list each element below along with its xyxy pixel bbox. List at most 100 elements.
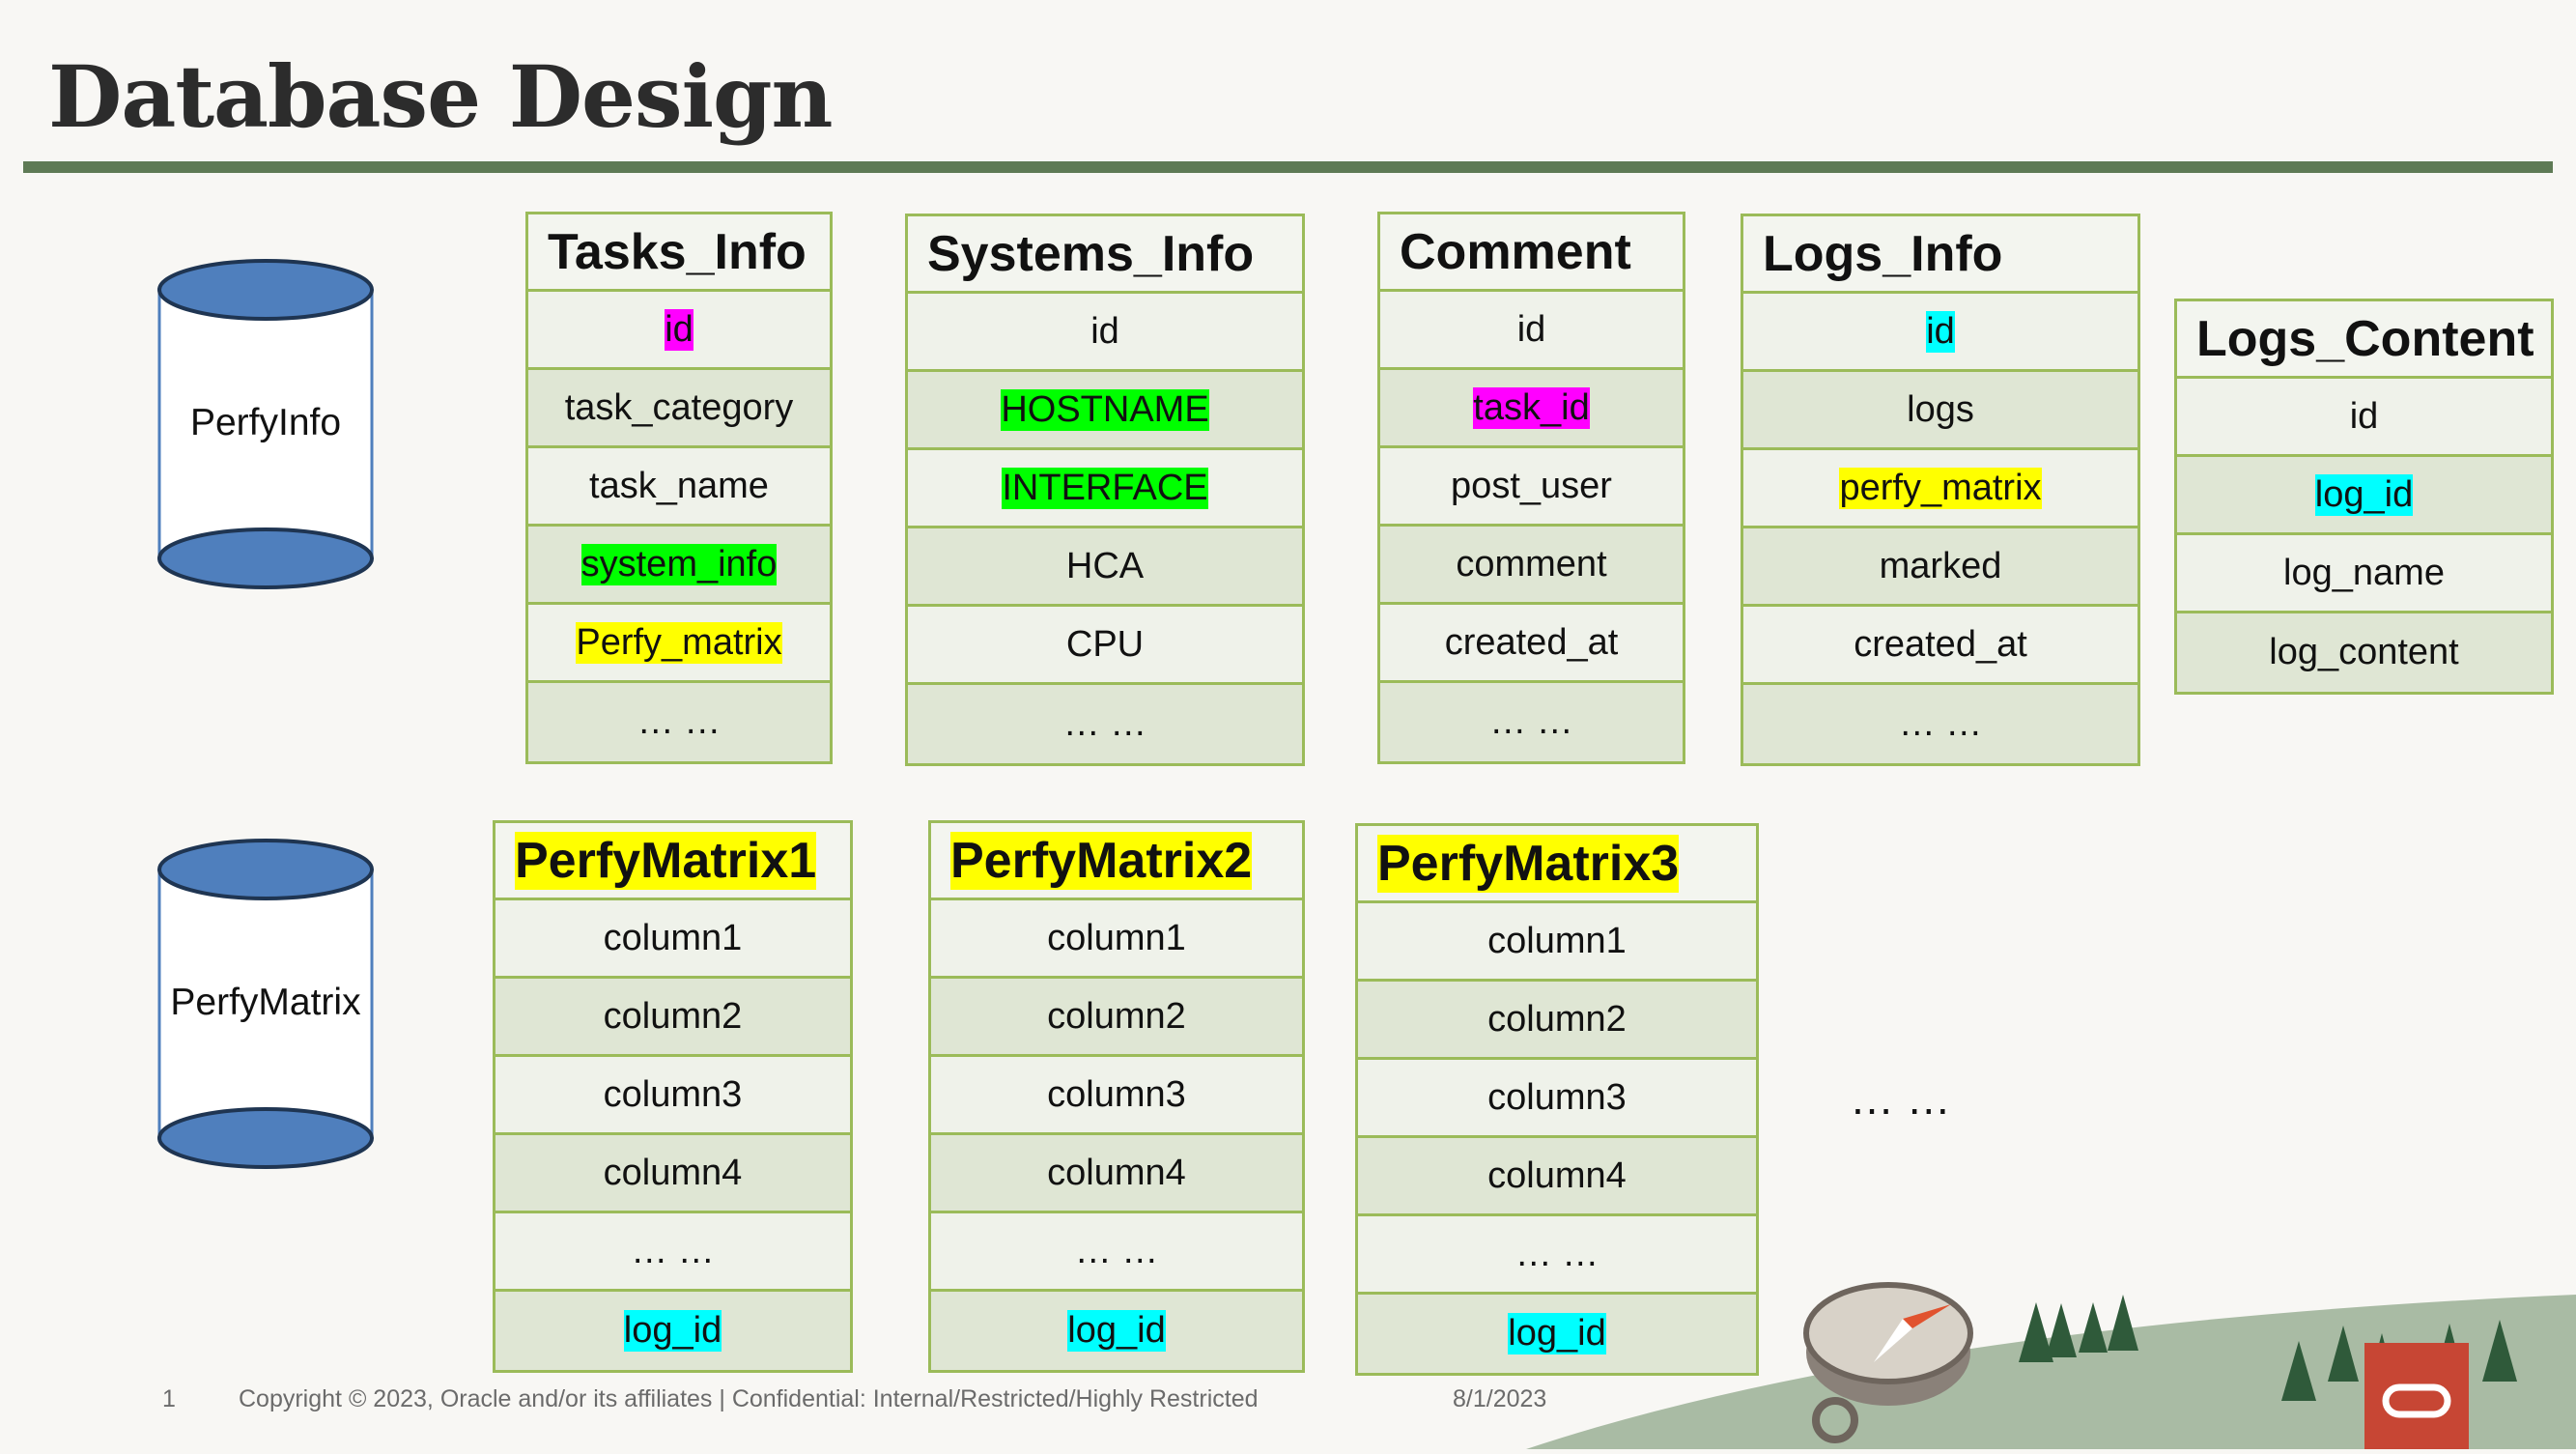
- table-field-row: column1: [1358, 903, 1756, 982]
- field-name: created_at: [1854, 623, 2027, 665]
- field-name: … …: [1489, 701, 1573, 742]
- field-name: id: [2349, 395, 2379, 437]
- field-name: post_user: [1451, 465, 1612, 506]
- footer-date: 8/1/2023: [1453, 1385, 1547, 1412]
- database-label: PerfyInfo: [189, 402, 342, 443]
- table-field-row: id: [908, 294, 1302, 372]
- field-name: column1: [1487, 920, 1627, 961]
- table-field-row: id: [1743, 294, 2137, 372]
- table-fields: id task_category task_name system_info Perfy…: [528, 292, 830, 761]
- page-title: Database Design: [48, 46, 834, 147]
- table-field-row: … …: [908, 685, 1302, 763]
- table-fields: column1 column2 column3 column4 … … log_id: [495, 900, 850, 1370]
- table-name: Comment: [1400, 223, 1631, 280]
- table-field-row: column2: [931, 979, 1302, 1057]
- table-field-row: column2: [1358, 982, 1756, 1060]
- table-name: Systems_Info: [927, 225, 1255, 282]
- table-comment: Comment id task_id post_usercomment created_…: [1377, 212, 1685, 764]
- table-name: Logs_Content: [2196, 310, 2534, 367]
- field-name: … …: [1062, 703, 1147, 744]
- table-field-row: INTERFACE: [908, 450, 1302, 528]
- table-field-row: … …: [528, 683, 830, 761]
- field-name: column2: [1047, 995, 1186, 1037]
- table-field-row: log_id: [931, 1292, 1302, 1370]
- field-name: marked: [1879, 545, 2002, 586]
- database-label: PerfyMatrix: [170, 982, 361, 1023]
- table-field-row: column1: [931, 900, 1302, 979]
- title-divider: [23, 161, 2553, 173]
- field-name: log_name: [2283, 552, 2445, 593]
- table-field-row: task_name: [528, 448, 830, 527]
- field-name: column3: [603, 1073, 743, 1115]
- table-fields: id task_id post_usercomment created_at … …: [1380, 292, 1683, 761]
- table-name: Tasks_Info: [548, 223, 807, 280]
- table-field-row: column3: [495, 1057, 850, 1135]
- page-number: 1: [162, 1385, 176, 1412]
- table-field-row: column4: [495, 1135, 850, 1213]
- field-name: INTERFACE: [1002, 467, 1208, 509]
- field-name: perfy_matrix: [1839, 467, 2042, 509]
- field-name: log_content: [2269, 632, 2459, 672]
- field-name: id: [1926, 310, 1955, 353]
- field-name: system_info: [580, 543, 778, 585]
- table-name: PerfyMatrix2: [950, 831, 1253, 890]
- field-name: id: [1516, 308, 1546, 350]
- copyright-notice: Copyright © 2023, Oracle and/or its affi…: [239, 1385, 1259, 1412]
- table-field-row: column4: [1358, 1138, 1756, 1216]
- table-field-row: task_id: [1380, 370, 1683, 448]
- field-name: column4: [1487, 1155, 1627, 1196]
- table-field-row: id: [528, 292, 830, 370]
- table-field-row: HCA: [908, 528, 1302, 607]
- table-field-row: id: [2177, 379, 2551, 457]
- database-perfyinfo: PerfyInfo: [155, 259, 377, 597]
- table-field-row: post_user: [1380, 448, 1683, 527]
- field-name: column2: [1487, 998, 1627, 1040]
- table-field-row: marked: [1743, 528, 2137, 607]
- table-field-row: task_category: [528, 370, 830, 448]
- more-tables-ellipsis: … …: [1850, 1073, 1951, 1124]
- table-logs-info: Logs_Infoid logs perfy_matrixmarked created…: [1741, 214, 2140, 766]
- table-field-row: logs: [1743, 372, 2137, 450]
- table-field-row: log_id: [495, 1292, 850, 1370]
- table-field-row: … …: [1743, 685, 2137, 763]
- field-name: log_id: [2314, 473, 2414, 516]
- field-name: column3: [1487, 1076, 1627, 1118]
- table-header: Logs_Info: [1743, 216, 2137, 294]
- field-name: HCA: [1065, 545, 1145, 586]
- table-field-row: Perfy_matrix: [528, 605, 830, 683]
- table-header: Logs_Content: [2177, 301, 2551, 379]
- field-name: log_id: [1067, 1310, 1166, 1352]
- table-fields: id logs perfy_matrixmarked created_at … …: [1743, 294, 2137, 763]
- table-field-row: … …: [931, 1213, 1302, 1292]
- field-name: Perfy_matrix: [576, 621, 782, 664]
- field-name: column1: [603, 917, 743, 958]
- table-field-row: CPU: [908, 607, 1302, 685]
- table-fields: id log_id log_name log_content: [2177, 379, 2551, 692]
- table-field-row: perfy_matrix: [1743, 450, 2137, 528]
- table-field-row: column2: [495, 979, 850, 1057]
- field-name: created_at: [1444, 621, 1619, 663]
- field-name: task_id: [1473, 386, 1590, 429]
- table-header: PerfyMatrix3: [1358, 826, 1756, 903]
- table-field-row: log_content: [2177, 613, 2551, 692]
- field-name: column3: [1047, 1073, 1186, 1115]
- table-field-row: created_at: [1743, 607, 2137, 685]
- database-perfymatrix: PerfyMatrix: [155, 839, 377, 1177]
- field-name: logs: [1907, 388, 1974, 430]
- table-perfymatrix1: PerfyMatrix1 column1 column2 column3 column4…: [493, 820, 853, 1373]
- table-logs-content: Logs_Contentid log_id log_name log_content: [2174, 299, 2554, 695]
- field-name: comment: [1456, 543, 1607, 584]
- field-name: … …: [637, 701, 722, 742]
- field-name: id: [1090, 310, 1119, 352]
- table-tasks-info: Tasks_Infoid task_category task_namesystem…: [525, 212, 833, 764]
- table-field-row: id: [1380, 292, 1683, 370]
- table-field-row: … …: [495, 1213, 850, 1292]
- table-field-row: column3: [931, 1057, 1302, 1135]
- table-field-row: created_at: [1380, 605, 1683, 683]
- table-perfymatrix2: PerfyMatrix2 column1 column2 column3 column4…: [928, 820, 1305, 1373]
- field-name: HOSTNAME: [1001, 388, 1209, 431]
- field-name: column4: [603, 1152, 743, 1193]
- table-field-row: column3: [1358, 1060, 1756, 1138]
- field-name: id: [665, 308, 694, 351]
- table-field-row: comment: [1380, 527, 1683, 605]
